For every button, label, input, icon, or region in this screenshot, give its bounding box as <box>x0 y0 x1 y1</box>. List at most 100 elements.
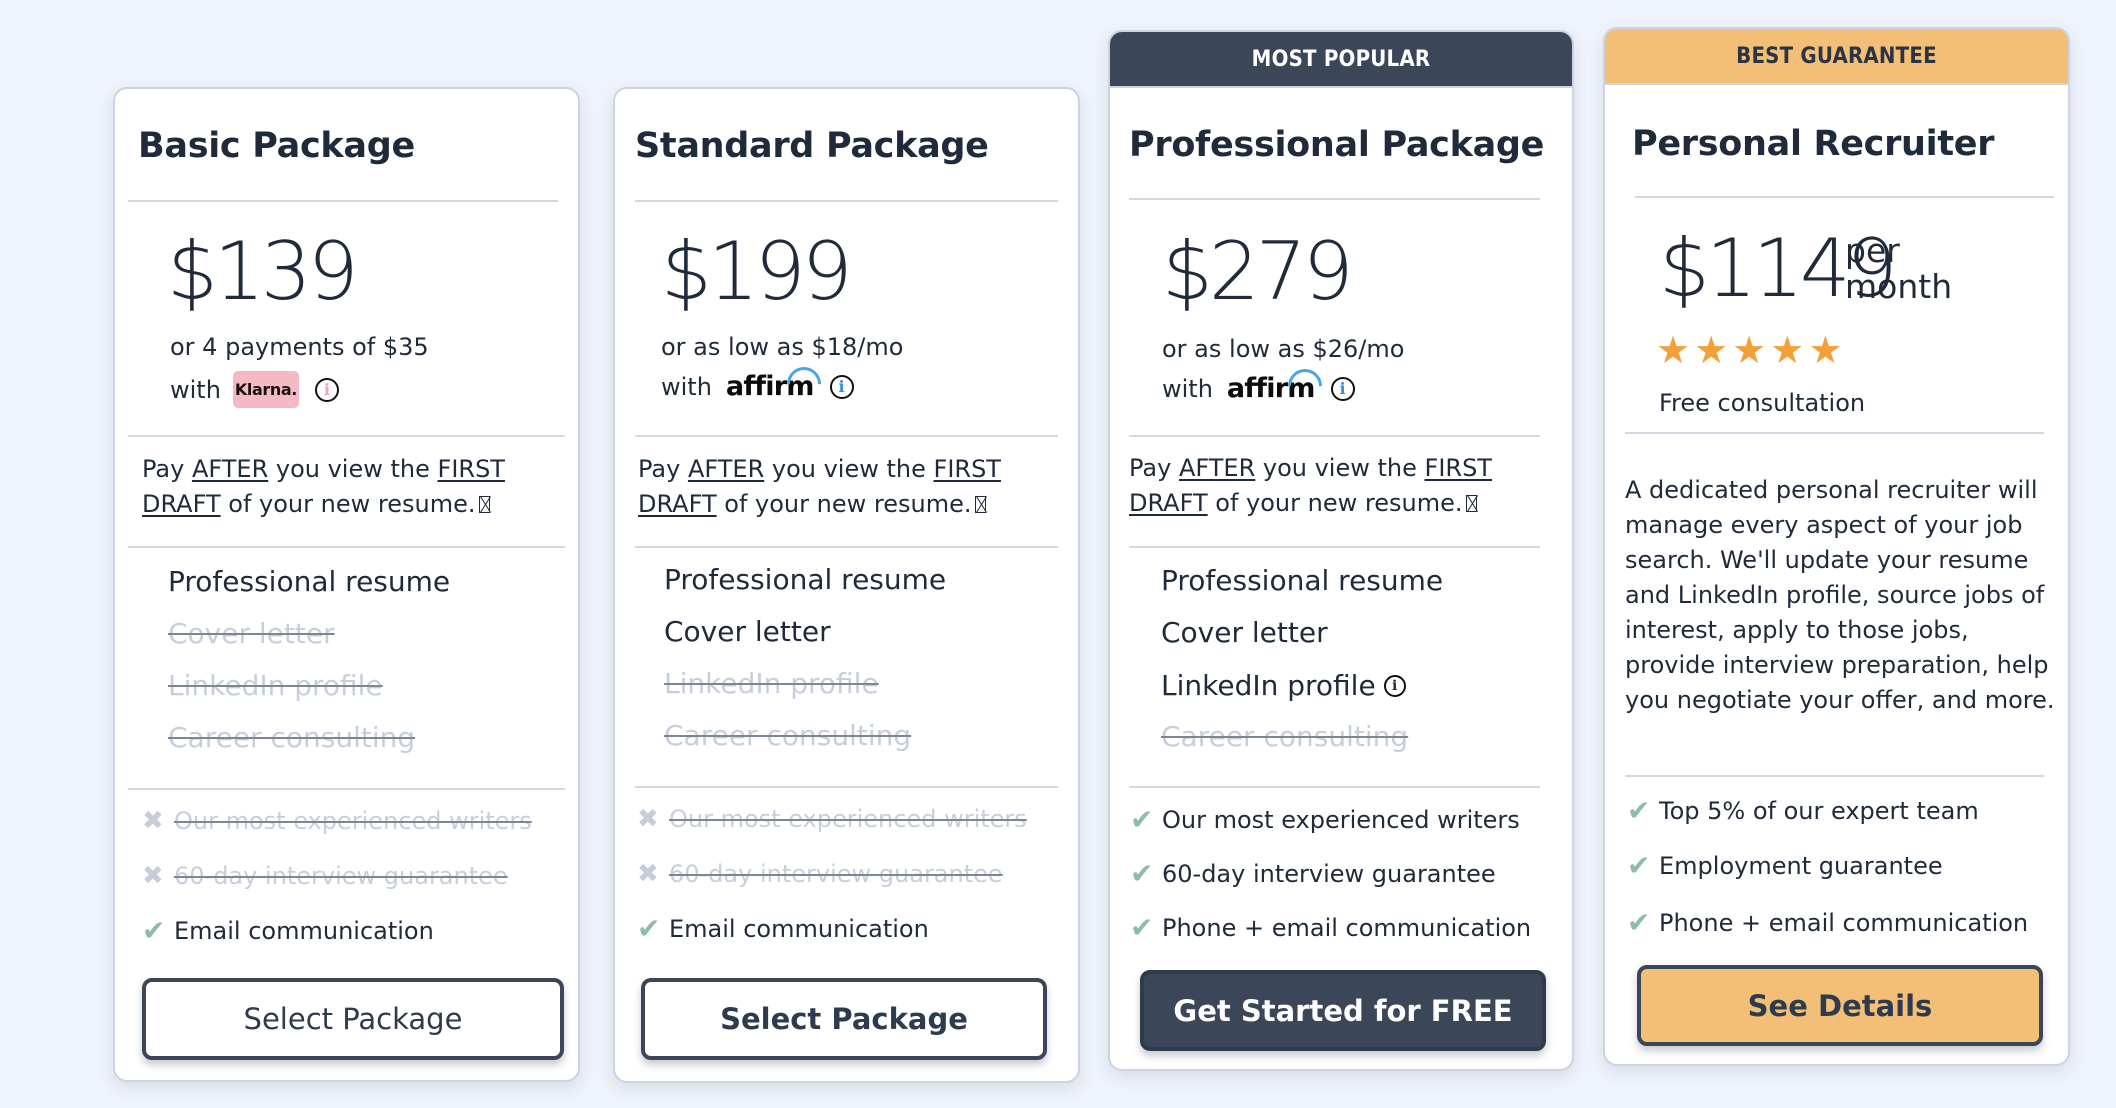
pricing-card-personal-recruiter: BEST GUARANTEE Personal Recruiter $1149 … <box>1603 27 2070 1066</box>
note-text: Pay <box>142 455 192 483</box>
payment-provider-row: with Klarna. i <box>170 371 339 408</box>
package-title: Personal Recruiter <box>1632 124 1995 164</box>
bullet-item: ✔ Email communication <box>142 917 434 946</box>
divider <box>1129 786 1540 788</box>
info-icon[interactable]: i <box>314 377 339 402</box>
star-icon: ★ <box>1656 328 1691 372</box>
get-started-free-button[interactable]: Get Started for FREE <box>1140 970 1546 1051</box>
select-package-button[interactable]: Select Package <box>142 978 564 1060</box>
payment-with-label: with <box>170 375 221 404</box>
most-popular-banner: MOST POPULAR <box>1110 32 1572 88</box>
bullet-item: ✔ 60-day interview guarantee <box>1130 857 1496 890</box>
divider <box>1635 196 2054 198</box>
best-guarantee-banner: BEST GUARANTEE <box>1605 29 2068 85</box>
bullet-item: ✔ Top 5% of our expert team <box>1627 797 1979 826</box>
bullet-item-excluded: ✖ 60-day interview guarantee <box>142 862 508 890</box>
feature-item: LinkedIn profile i <box>1161 669 1406 702</box>
star-icon: ★ <box>1732 328 1767 372</box>
divider <box>635 786 1058 788</box>
note-text: Pay <box>1129 454 1179 482</box>
bullet-item-excluded: ✖ Our most experienced writers <box>142 807 532 835</box>
check-icon: ✔ <box>637 912 661 945</box>
divider <box>128 546 565 548</box>
bullet-item-excluded: ✖ Our most experienced writers <box>637 805 1027 833</box>
check-icon: ✔ <box>1130 803 1154 836</box>
feature-item-excluded: LinkedIn profile <box>168 669 383 702</box>
pricing-card-basic: Basic Package $139 or 4 payments of $35 … <box>113 87 580 1082</box>
info-icon[interactable]: i <box>829 374 854 399</box>
affirm-logo-icon: affirm <box>1227 361 1329 411</box>
bullet-label: Email communication <box>174 917 434 945</box>
note-text: you view the <box>764 455 934 483</box>
bullet-item: ✔ Email communication <box>637 912 929 945</box>
note-text: you view the <box>268 455 438 483</box>
cross-icon: ✖ <box>142 861 164 891</box>
note-text: of your new resume. <box>220 490 476 518</box>
bullet-label: 60-day interview guarantee <box>1162 860 1496 888</box>
package-price: $279 <box>1162 225 1354 318</box>
feature-item: Cover letter <box>664 615 831 648</box>
info-icon[interactable]: i <box>1383 674 1406 697</box>
feature-item-excluded: Career consulting <box>1161 720 1409 753</box>
bullet-label: Our most experienced writers <box>174 807 532 835</box>
feature-item: Cover letter <box>1161 616 1328 649</box>
bullet-item: ✔ Employment guarantee <box>1627 849 1943 882</box>
after-link: AFTER <box>687 455 765 483</box>
missing-glyph-icon <box>479 496 491 513</box>
bullet-label: Employment guarantee <box>1659 852 1943 880</box>
feature-item-excluded: Career consulting <box>168 721 416 754</box>
payment-plan-text: or 4 payments of $35 <box>170 333 429 361</box>
see-details-button[interactable]: See Details <box>1637 965 2043 1046</box>
after-link: AFTER <box>1178 454 1256 482</box>
pricing-card-standard: Standard Package $199 or as low as $18/m… <box>613 87 1080 1083</box>
after-link: AFTER <box>191 455 269 483</box>
info-icon[interactable]: i <box>1330 376 1355 401</box>
payment-plan-text: or as low as $18/mo <box>661 333 904 361</box>
pay-after-draft-note: Pay AFTER you view the FIRST DRAFT of yo… <box>1129 451 1559 521</box>
select-package-button[interactable]: Select Package <box>641 978 1047 1060</box>
payment-provider-row: with affirm i <box>1162 361 1355 411</box>
note-text: you view the <box>1255 454 1425 482</box>
bullet-item-excluded: ✖ 60-day interview guarantee <box>637 860 1003 888</box>
check-icon: ✔ <box>1130 911 1154 944</box>
bullet-label: Our most experienced writers <box>669 805 1027 833</box>
feature-item-excluded: Cover letter <box>168 617 335 650</box>
pay-after-draft-note: Pay AFTER you view the FIRST DRAFT of yo… <box>142 452 572 522</box>
affirm-logo-icon: affirm <box>726 359 828 409</box>
bullet-label: Top 5% of our expert team <box>1659 797 1979 825</box>
payment-with-label: with <box>661 372 712 401</box>
star-icon: ★ <box>1770 328 1805 372</box>
bullet-item: ✔ Phone + email communication <box>1130 911 1531 944</box>
cross-icon: ✖ <box>637 804 659 834</box>
feature-item: Professional resume <box>664 563 947 596</box>
bullet-label: Email communication <box>669 915 929 943</box>
price-unit-line: per <box>1845 231 1900 270</box>
feature-item-excluded: Career consulting <box>664 719 912 752</box>
bullet-label: 60-day interview guarantee <box>669 860 1003 888</box>
check-icon: ✔ <box>1130 857 1154 890</box>
package-price: $139 <box>167 225 359 318</box>
missing-glyph-icon <box>1466 495 1478 512</box>
cross-icon: ✖ <box>637 859 659 889</box>
package-title: Standard Package <box>635 126 989 166</box>
divider <box>1625 432 2044 434</box>
bullet-label: Our most experienced writers <box>1162 806 1520 834</box>
note-text: of your new resume. <box>1207 489 1463 517</box>
star-rating: ★ ★ ★ ★ ★ <box>1656 331 1842 369</box>
divider <box>635 546 1058 548</box>
divider <box>128 788 565 790</box>
payment-plan-text: or as low as $26/mo <box>1162 335 1405 363</box>
bullet-item: ✔ Phone + email communication <box>1627 906 2028 939</box>
package-title: Professional Package <box>1129 125 1545 165</box>
package-title: Basic Package <box>138 126 415 166</box>
check-icon: ✔ <box>1627 849 1651 882</box>
feature-item: Professional resume <box>1161 564 1444 597</box>
divider <box>128 200 558 202</box>
divider <box>128 435 565 437</box>
divider <box>635 435 1058 437</box>
check-icon: ✔ <box>1627 906 1651 939</box>
star-icon: ★ <box>1694 328 1729 372</box>
feature-label: LinkedIn profile <box>1161 669 1376 702</box>
note-text: Pay <box>638 455 688 483</box>
recruiter-description: A dedicated personal recruiter will mana… <box>1625 476 2055 714</box>
